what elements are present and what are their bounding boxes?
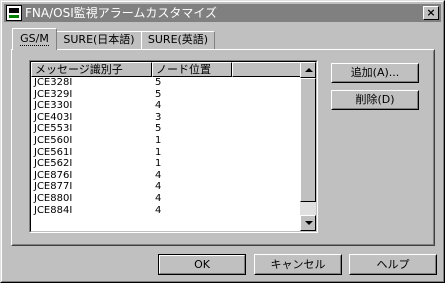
list-item[interactable]: JCE880I 4	[31, 193, 301, 205]
list-item[interactable]: JCE562I 1	[31, 158, 301, 170]
help-button-label: ヘルプ	[376, 258, 410, 271]
tab-sure-english[interactable]: SURE(英語)	[141, 31, 215, 49]
app-icon	[6, 5, 22, 21]
column-header-message-id[interactable]: メッセージ識別子	[31, 62, 152, 77]
scroll-up-button[interactable]	[300, 62, 316, 78]
arrow-up-icon	[305, 68, 313, 72]
tab-sure-japanese[interactable]: SURE(日本語)	[56, 31, 142, 49]
cancel-button[interactable]: キャンセル	[254, 254, 342, 275]
tab-gsm[interactable]: GS/M	[12, 28, 57, 50]
close-button[interactable]: ×	[423, 6, 439, 20]
list-item[interactable]: JCE877I 4	[31, 181, 301, 193]
dialog-window: FNA/OSI監視アラームカスタマイズ × GS/M SURE(日本語) SUR…	[0, 0, 445, 283]
tab-sure-japanese-label: SURE(日本語)	[63, 33, 135, 46]
ok-button-label: OK	[194, 258, 210, 271]
list-item[interactable]: JCE876I 4	[31, 170, 301, 182]
list-item[interactable]: JCE884I 4	[31, 205, 301, 217]
list-item[interactable]: JCE329I 5	[31, 89, 301, 101]
tab-sure-english-label: SURE(英語)	[147, 33, 209, 46]
column-header-node-position[interactable]: ノード位置	[152, 62, 232, 77]
column-header-filler	[232, 62, 302, 77]
tab-gsm-label: GS/M	[20, 32, 49, 46]
list-item[interactable]: JCE403I 3	[31, 112, 301, 124]
list-item[interactable]: JCE330I 4	[31, 100, 301, 112]
arrow-down-icon	[305, 221, 313, 225]
add-button[interactable]: 追加(A)...	[331, 63, 419, 83]
list-rows: JCE328I 5 JCE329I 5 JCE330I 4 JCE403I 3 JCE5…	[31, 77, 301, 216]
add-button-label: 追加(A)...	[350, 66, 400, 79]
delete-button-label: 削除(D)	[355, 93, 395, 106]
message-list[interactable]: メッセージ識別子 ノード位置 JCE328I 5 JCE329I 5 JCE330I…	[29, 60, 318, 233]
title-bar[interactable]: FNA/OSI監視アラームカスタマイズ ×	[4, 4, 441, 22]
list-item[interactable]: JCE561I 1	[31, 147, 301, 159]
delete-button[interactable]: 削除(D)	[331, 90, 419, 110]
ok-button[interactable]: OK	[158, 254, 246, 275]
scroll-thumb[interactable]	[300, 78, 316, 202]
list-item[interactable]: JCE560I 1	[31, 135, 301, 147]
vertical-scrollbar[interactable]	[300, 62, 316, 231]
cancel-button-label: キャンセル	[270, 258, 326, 271]
list-item[interactable]: JCE328I 5	[31, 77, 301, 89]
help-button[interactable]: ヘルプ	[349, 254, 437, 275]
window-title: FNA/OSI監視アラームカスタマイズ	[25, 6, 218, 20]
scroll-down-button[interactable]	[300, 215, 316, 231]
list-item[interactable]: JCE553I 5	[31, 123, 301, 135]
